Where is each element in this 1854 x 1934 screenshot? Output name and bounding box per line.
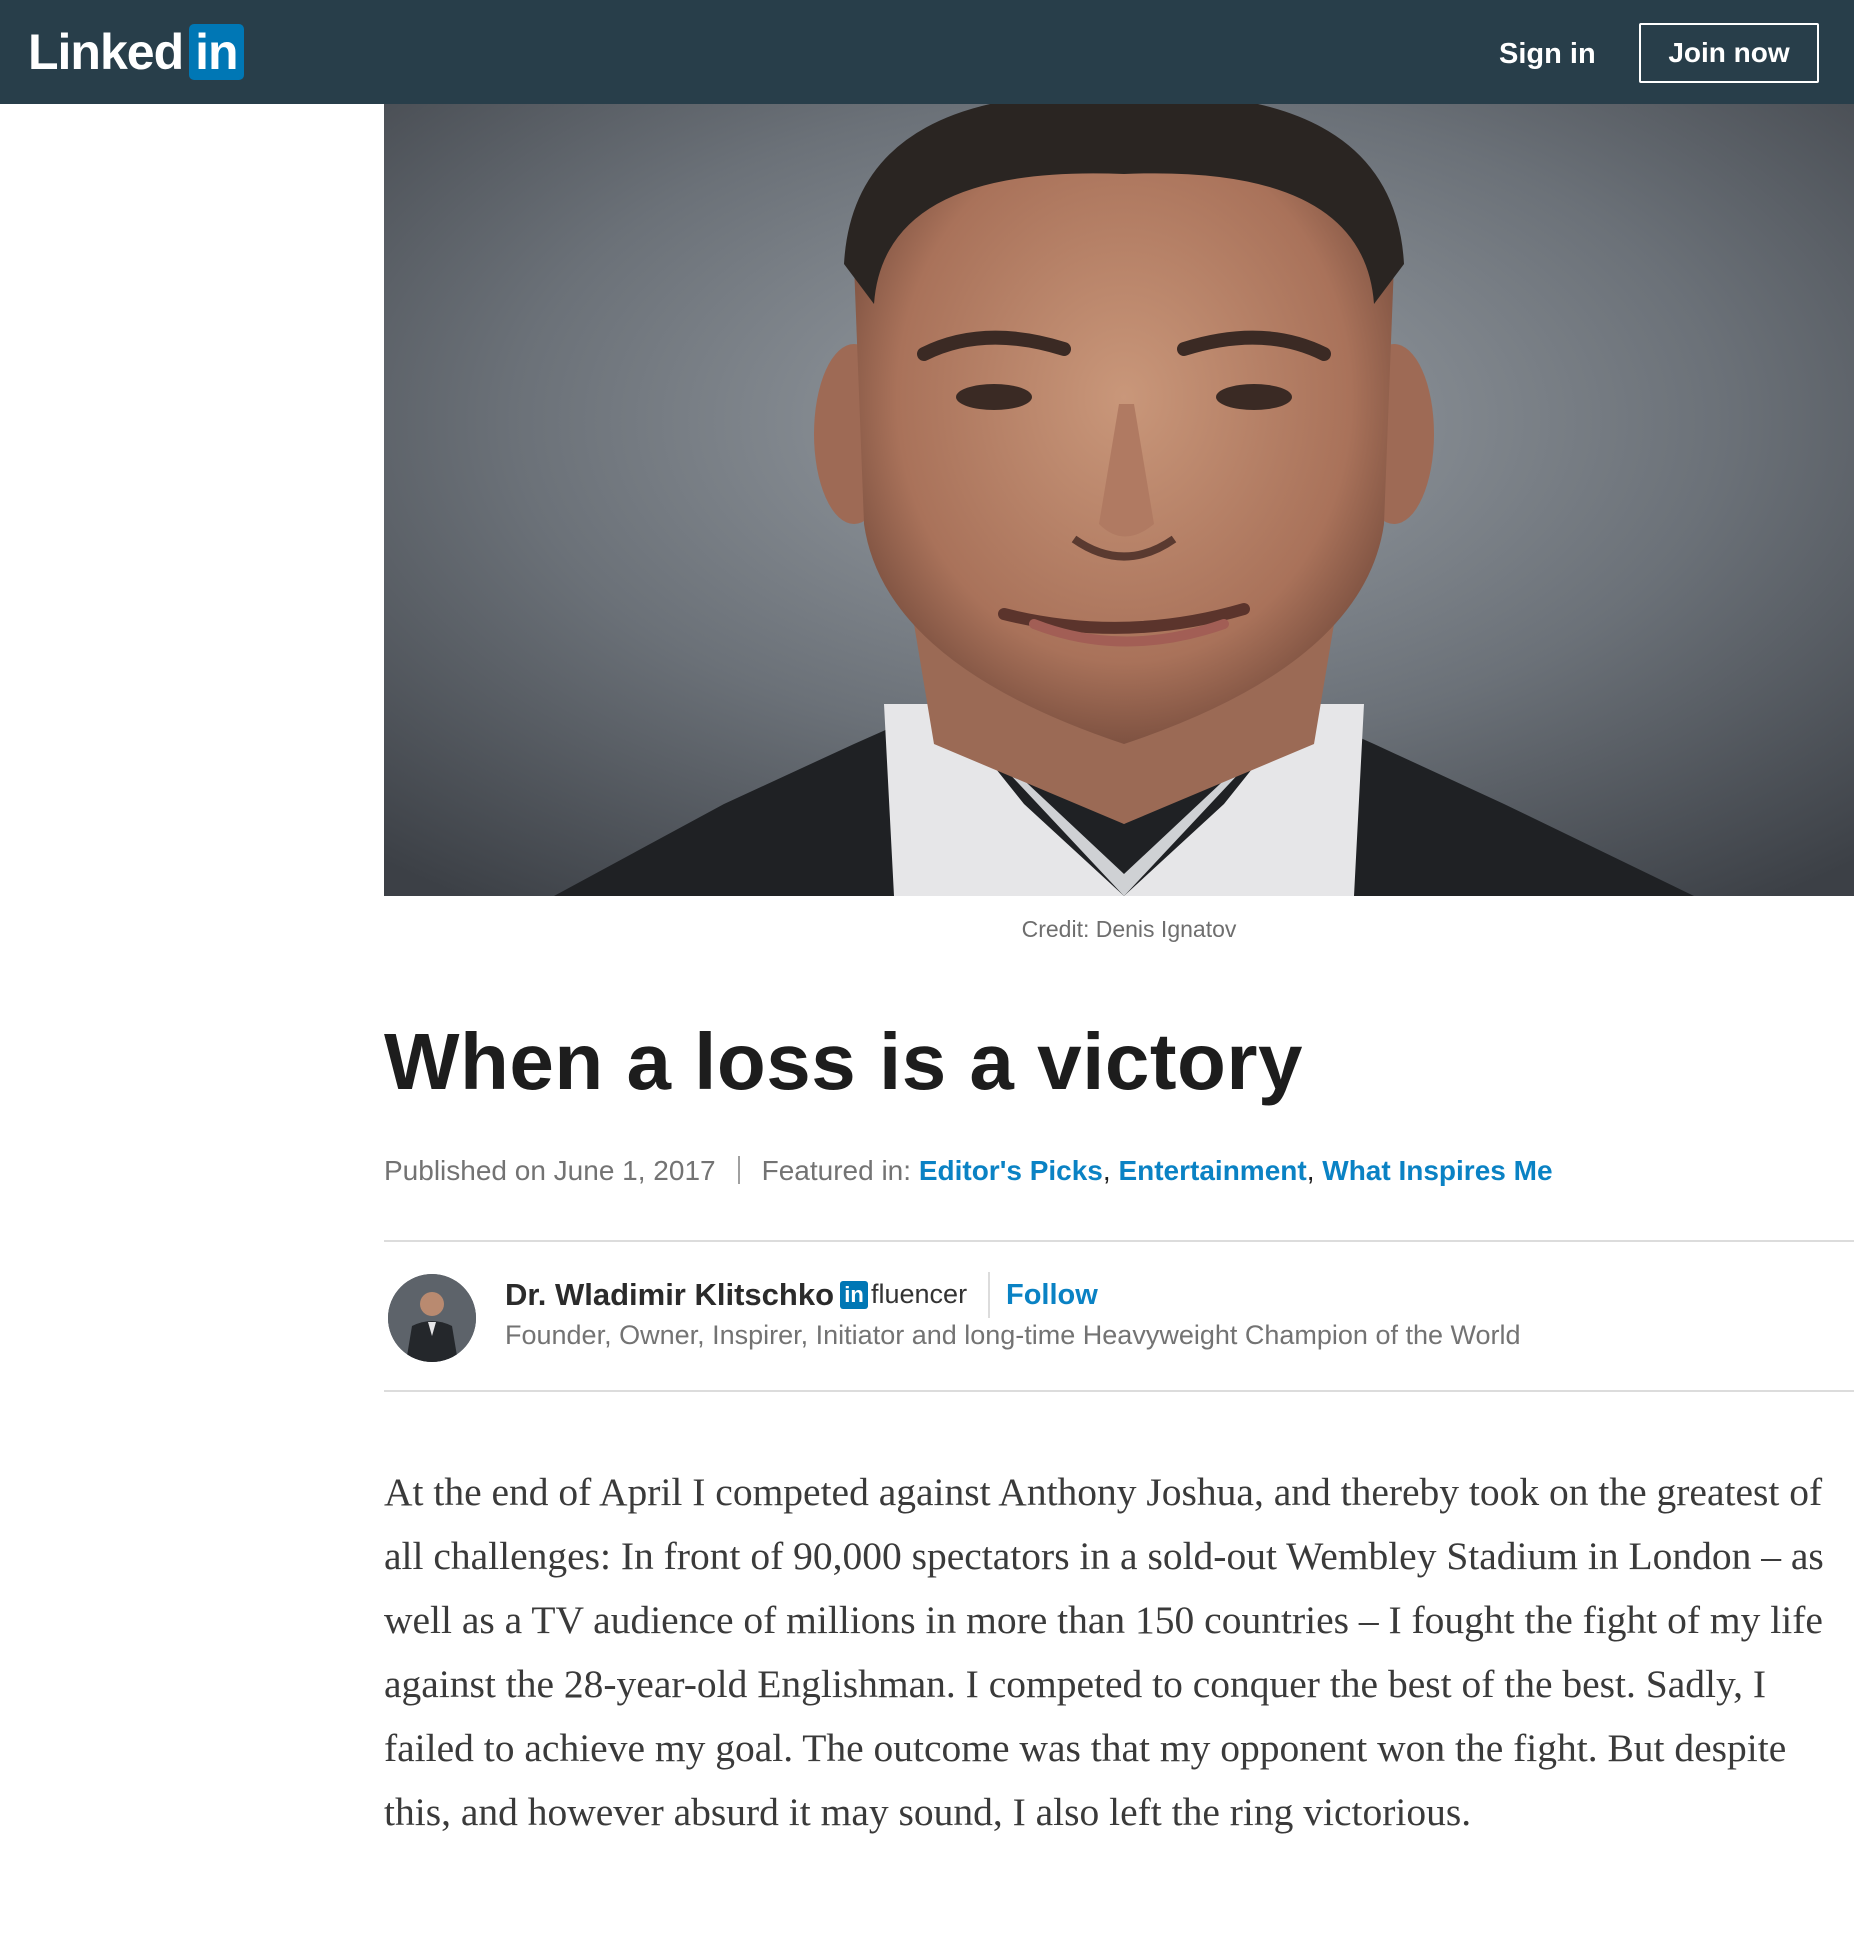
article-meta: Published on June 1, 2017 Featured in: Ed… — [384, 1155, 1553, 1187]
author-avatar[interactable] — [388, 1274, 476, 1362]
logo-text: Linked — [28, 24, 184, 80]
meta-separator — [737, 1156, 740, 1184]
featured-link-entertainment[interactable]: Entertainment — [1118, 1155, 1306, 1186]
hero-image — [384, 104, 1854, 896]
sign-in-link[interactable]: Sign in — [1499, 34, 1596, 74]
featured-label: Featured in: — [761, 1155, 912, 1186]
comma: , — [1306, 1155, 1315, 1186]
avatar-photo — [388, 1274, 476, 1362]
author-headline: Founder, Owner, Inspirer, Initiator and … — [505, 1320, 1521, 1350]
article-body-paragraph: At the end of April I competed against A… — [384, 1470, 1824, 1834]
featured-link-editors-picks[interactable]: Editor's Picks — [919, 1155, 1103, 1186]
article-title: When a loss is a victory — [384, 1017, 1303, 1106]
divider-bottom — [384, 1390, 1854, 1392]
logo-in-badge: in — [189, 24, 244, 80]
published-date: Published on June 1, 2017 — [384, 1155, 716, 1186]
linkedin-logo[interactable]: Linked in — [28, 22, 244, 82]
portrait-photo — [384, 104, 1854, 896]
top-navigation-bar: Linked in Sign in Join now — [0, 0, 1854, 104]
divider-top — [384, 1240, 1854, 1242]
influencer-text: fluencer — [871, 1279, 968, 1309]
photo-credit: Credit: Denis Ignatov — [1021, 916, 1237, 942]
influencer-badge: in fluencer — [840, 1279, 967, 1310]
follow-button[interactable]: Follow — [1006, 1279, 1098, 1312]
featured-link-what-inspires-me[interactable]: What Inspires Me — [1322, 1155, 1552, 1186]
author-name[interactable]: Dr. Wladimir Klitschko — [505, 1277, 834, 1313]
comma: , — [1102, 1155, 1111, 1186]
vertical-separator — [988, 1272, 990, 1318]
linkedin-in-icon: in — [840, 1280, 868, 1309]
join-now-button[interactable]: Join now — [1639, 23, 1819, 83]
